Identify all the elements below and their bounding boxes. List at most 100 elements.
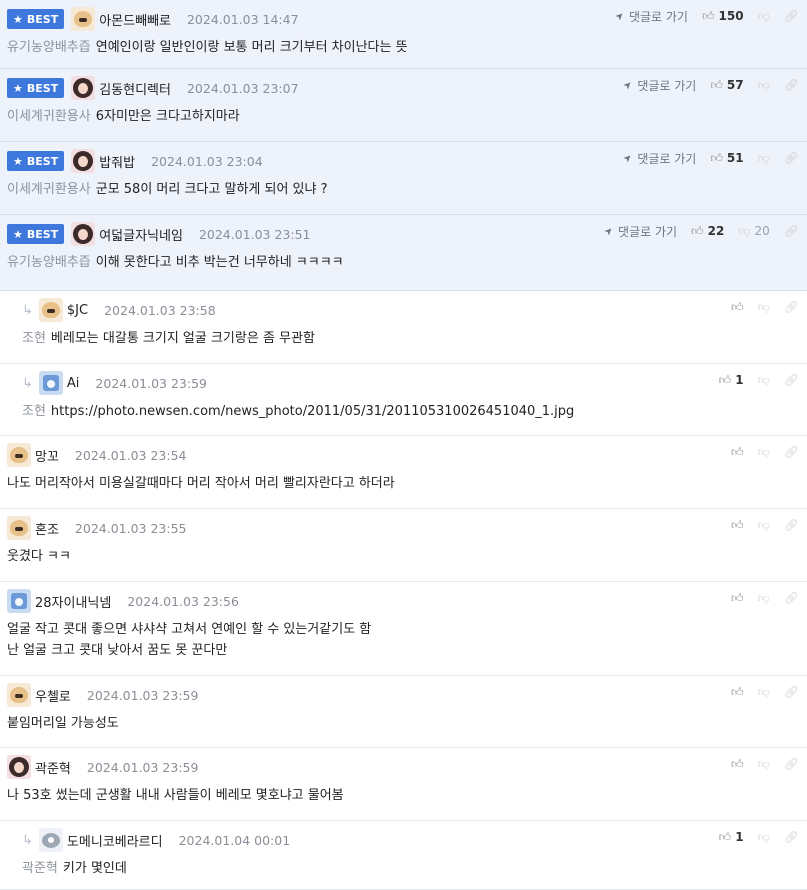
downvote-button[interactable]: 👎︎	[758, 685, 770, 700]
nickname[interactable]: 혼조	[35, 519, 59, 538]
avatar[interactable]	[71, 7, 96, 31]
avatar[interactable]	[71, 76, 96, 100]
goto-comment-link[interactable]: ➤ 댓글로 가기	[621, 77, 696, 94]
nickname[interactable]: 망꼬	[35, 446, 59, 465]
avatar[interactable]	[7, 755, 31, 779]
copy-link-button[interactable]: 🔗︎	[784, 373, 799, 387]
avatar[interactable]	[38, 371, 63, 395]
avatar[interactable]	[7, 683, 31, 707]
thumbs-up-icon: 👍︎	[731, 299, 744, 314]
avatar[interactable]	[71, 222, 96, 246]
comment-header: ↳ 도메니코베라르디 2024.01.04 00:01	[22, 828, 290, 852]
comment-category[interactable]: 유기농양배추즙	[7, 255, 91, 270]
link-icon: 🔗︎	[783, 518, 799, 532]
copy-link-button[interactable]: 🔗︎	[784, 300, 799, 314]
copy-link-button[interactable]: 🔗︎	[784, 78, 799, 92]
downvote-button[interactable]: 👎︎ 20	[738, 224, 769, 239]
downvote-button[interactable]: 👎︎	[758, 373, 770, 388]
upvote-button[interactable]: 👍︎	[731, 757, 744, 772]
link-icon: 🔗︎	[783, 685, 799, 699]
downvote-button[interactable]: 👎︎	[758, 591, 770, 606]
nickname[interactable]: 여덟글자닉네임	[99, 225, 183, 244]
copy-link-button[interactable]: 🔗︎	[784, 830, 799, 844]
upvote-count: 1	[735, 373, 744, 387]
nickname[interactable]: 아몬드빼빼로	[99, 10, 171, 29]
thumbs-up-icon: 👍︎	[731, 590, 744, 605]
downvote-button[interactable]: 👎︎	[758, 445, 770, 460]
nickname[interactable]: 곽준혁	[35, 758, 71, 777]
comment-header: ↳ $JC 2024.01.03 23:58	[22, 298, 216, 322]
comment-category[interactable]: 유기농양배추즙	[7, 40, 91, 55]
comment-actions: 👍︎ 👎︎ 🔗︎	[717, 297, 799, 317]
downvote-button[interactable]: 👎︎	[758, 757, 770, 772]
nickname[interactable]: $JC	[67, 303, 88, 318]
upvote-button[interactable]: 👍︎ 22	[691, 224, 724, 239]
nickname[interactable]: 우첼로	[35, 686, 71, 705]
downvote-button[interactable]: 👎︎	[758, 300, 770, 315]
upvote-button[interactable]: 👍︎	[731, 445, 744, 460]
copy-link-button[interactable]: 🔗︎	[784, 224, 799, 238]
comment-item: ★ BEST 아몬드빼빼로 2024.01.03 14:47 유기농양배추즙 연예인이랑 …	[0, 0, 807, 69]
upvote-button[interactable]: 👍︎ 150	[702, 9, 744, 24]
avatar[interactable]	[7, 443, 31, 467]
comment-line: 이세계귀환용사 군모 58이 머리 크다고 말하게 되어 있냐 ?	[7, 179, 328, 200]
comment-text: 연예인이랑 일반인이랑 보통 머리 크기부터 차이난다는 뜻	[95, 40, 408, 55]
thumbs-down-icon: 👎︎	[757, 444, 770, 459]
comment-date: 2024.01.03 23:56	[127, 593, 239, 609]
nickname[interactable]: 도메니코베라르디	[67, 831, 163, 850]
comment-header: 28자이내닉넴 2024.01.03 23:56	[7, 589, 239, 613]
downvote-button[interactable]: 👎︎	[758, 151, 770, 166]
avatar[interactable]	[38, 828, 63, 852]
goto-comment-link[interactable]: ➤ 댓글로 가기	[602, 223, 677, 240]
downvote-count: 20	[754, 224, 770, 238]
comment-category[interactable]: 이세계귀환용사	[7, 182, 91, 197]
upvote-button[interactable]: 👍︎ 57	[710, 78, 743, 93]
avatar[interactable]	[7, 516, 31, 540]
downvote-button[interactable]: 👎︎	[758, 78, 770, 93]
comment-item: ★ BEST 여덟글자닉네임 2024.01.03 23:51 유기농양배추즙 이해 못한…	[0, 215, 807, 291]
avatar[interactable]	[71, 149, 96, 173]
upvote-button[interactable]: 👍︎	[731, 685, 744, 700]
upvote-count: 51	[726, 151, 744, 165]
nickname[interactable]: 28자이내닉넴	[35, 592, 111, 611]
nickname[interactable]: Ai	[67, 376, 80, 391]
best-label: BEST	[26, 154, 59, 168]
downvote-button[interactable]: 👎︎	[758, 9, 770, 24]
comment-body: 유기농양배추즙 연예인이랑 일반인이랑 보통 머리 크기부터 차이난다는 뜻	[7, 37, 408, 58]
nickname[interactable]: 김동현디렉터	[99, 79, 171, 98]
avatar[interactable]	[38, 298, 63, 322]
comment-body: 얼굴 작고 콧대 좋으면 샤샤샥 고쳐서 연예인 할 수 있는거같기도 함난 얼…	[7, 619, 371, 661]
star-icon: ★	[13, 81, 23, 95]
copy-link-button[interactable]: 🔗︎	[784, 591, 799, 605]
comment-line: 붙임머리일 가능성도	[7, 713, 119, 734]
upvote-button[interactable]: 👍︎ 1	[719, 373, 744, 388]
comment-header: 혼조 2024.01.03 23:55	[7, 516, 187, 540]
goto-comment-link[interactable]: ➤ 댓글로 가기	[613, 8, 688, 25]
upvote-button[interactable]: 👍︎	[731, 518, 744, 533]
comment-list: ★ BEST 아몬드빼빼로 2024.01.03 14:47 유기농양배추즙 연예인이랑 …	[0, 0, 807, 890]
comment-line: 유기농양배추즙 이해 못한다고 비추 박는건 너무하네 ㅋㅋㅋㅋ	[7, 252, 344, 273]
upvote-button[interactable]: 👍︎ 51	[710, 151, 743, 166]
upvote-button[interactable]: 👍︎	[731, 591, 744, 606]
goto-comment-link[interactable]: ➤ 댓글로 가기	[621, 150, 696, 167]
downvote-button[interactable]: 👎︎	[758, 830, 770, 845]
copy-link-button[interactable]: 🔗︎	[784, 151, 799, 165]
comment-text-line-2: 난 얼굴 크고 콧대 낮아서 꿈도 못 꾼다만	[7, 643, 228, 658]
comment-line: 곽준혁 키가 몇인데	[22, 858, 127, 879]
comment-category[interactable]: 곽준혁	[22, 861, 58, 876]
downvote-button[interactable]: 👎︎	[758, 518, 770, 533]
copy-link-button[interactable]: 🔗︎	[784, 9, 799, 23]
upvote-button[interactable]: 👍︎ 1	[719, 830, 744, 845]
comment-category[interactable]: 조현	[22, 331, 46, 346]
comment-category[interactable]: 이세계귀환용사	[7, 109, 91, 124]
upvote-button[interactable]: 👍︎	[731, 300, 744, 315]
reply-comment: ↳ Ai 2024.01.03 23:59 조현 https://photo.newse…	[0, 364, 807, 436]
nickname[interactable]: 밥줘밥	[99, 152, 135, 171]
copy-link-button[interactable]: 🔗︎	[784, 757, 799, 771]
copy-link-button[interactable]: 🔗︎	[784, 685, 799, 699]
copy-link-button[interactable]: 🔗︎	[784, 445, 799, 459]
comment-category[interactable]: 조현	[22, 404, 46, 419]
avatar[interactable]	[7, 589, 31, 613]
upvote-count: 57	[726, 78, 744, 92]
copy-link-button[interactable]: 🔗︎	[784, 518, 799, 532]
